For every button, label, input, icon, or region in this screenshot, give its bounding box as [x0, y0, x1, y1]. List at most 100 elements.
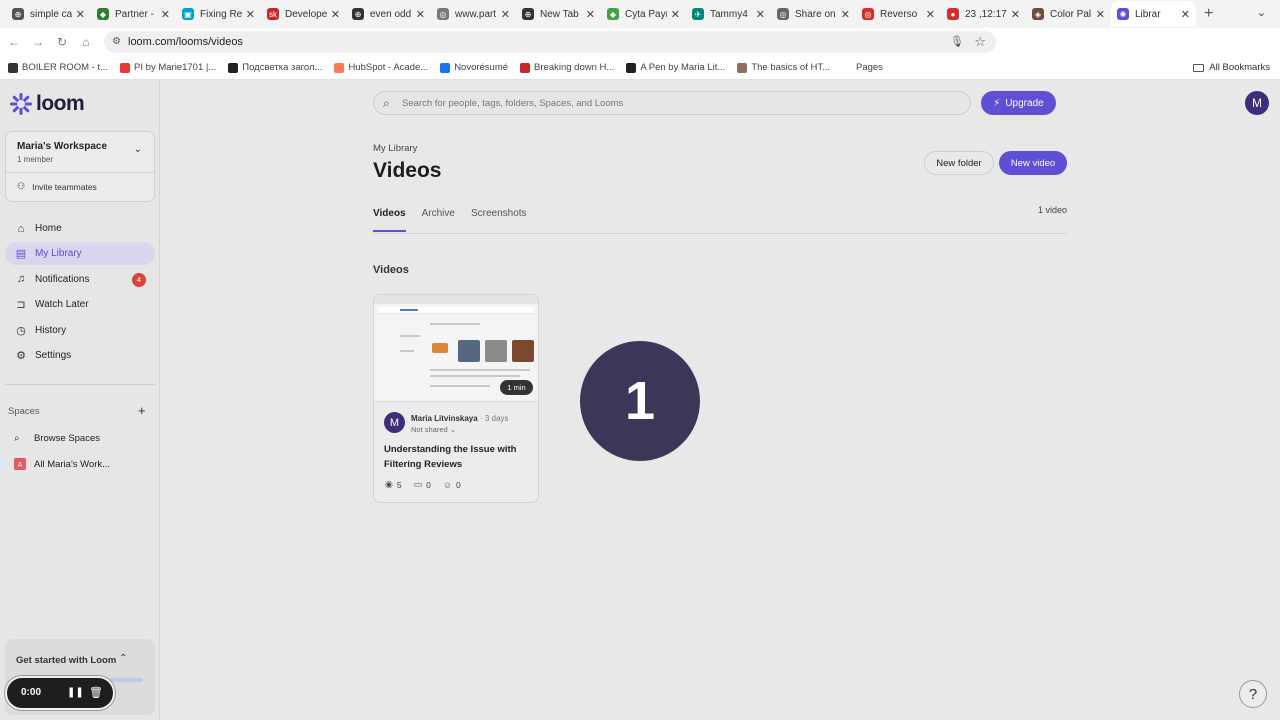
bookmark-favicon-icon [334, 62, 345, 73]
tabs-divider [373, 233, 1067, 234]
comments-stat: ▭ 0 [414, 479, 431, 490]
bookmark-item[interactable]: PI by Marie1701 |... [120, 62, 216, 73]
search-input[interactable]: ⌕ Search for people, tags, folders, Spac… [373, 91, 971, 115]
chevron-up-icon[interactable]: ⌃ [119, 653, 127, 664]
close-tab-icon[interactable]: ✕ [161, 8, 170, 21]
close-tab-icon[interactable]: ✕ [1011, 8, 1020, 21]
thumbnail-text-line [430, 375, 520, 377]
forward-icon[interactable]: → [26, 35, 50, 49]
browser-tab[interactable]: ◎ Share on ✕ [771, 1, 856, 27]
browser-tab[interactable]: ✺ Librar ✕ [1111, 1, 1196, 27]
new-tab-button[interactable]: + [1204, 5, 1213, 23]
bookmark-item[interactable]: BOILER ROOM - t... [8, 62, 108, 73]
new-folder-button[interactable]: New folder [924, 151, 994, 175]
sidebar-item-watch-later[interactable]: ⊐ Watch Later [5, 293, 155, 316]
tab-favicon-icon: ⊕ [352, 8, 364, 20]
browser-tab[interactable]: sk Develope ✕ [261, 1, 346, 27]
trash-icon[interactable]: 🗑 [89, 686, 103, 699]
breadcrumb[interactable]: My Library [373, 143, 417, 154]
tab-title: Librar [1135, 8, 1161, 20]
video-thumbnail[interactable]: 1 min [374, 295, 538, 402]
chevron-down-icon[interactable]: ⌄ [134, 144, 142, 155]
sidebar-item-history[interactable]: ◷ History [5, 319, 155, 342]
all-bookmarks-button[interactable]: All Bookmarks [1193, 62, 1270, 73]
close-tab-icon[interactable]: ✕ [1181, 8, 1190, 21]
tab-favicon-icon: ◈ [1032, 8, 1044, 20]
browser-tab[interactable]: ✈ Tammy4 ✕ [686, 1, 771, 27]
browser-tab[interactable]: ⊕ simple ca ✕ [6, 1, 91, 27]
browser-tab[interactable]: ◎ Reverso ✕ [856, 1, 941, 27]
add-space-icon[interactable]: + [138, 403, 146, 418]
workspace-switcher[interactable]: Maria's Workspace 1 member ⌄ ⚇ Invite te… [5, 131, 155, 202]
sidebar-item-notifications[interactable]: ♫ Notifications 4 [5, 268, 155, 291]
pause-icon[interactable]: ❚❚ [67, 687, 84, 698]
bookmark-label: Breaking down H... [534, 62, 615, 73]
bookmark-item[interactable]: A Pen by Maria Lit... [626, 62, 725, 73]
back-icon[interactable]: ← [2, 35, 26, 49]
video-count: 1 video [1038, 205, 1068, 215]
bookmark-item[interactable]: Novorésumé [440, 62, 508, 73]
browser-tab[interactable]: ◎ www.part ✕ [431, 1, 516, 27]
home-icon[interactable]: ⌂ [74, 35, 98, 49]
loom-logo[interactable]: loom [10, 92, 85, 116]
bookmark-item[interactable]: Breaking down H... [520, 62, 614, 73]
bookmark-label: The basics of HT... [751, 62, 830, 73]
user-avatar[interactable]: M [1245, 91, 1269, 115]
invite-teammates-button[interactable]: ⚇ Invite teammates [17, 181, 97, 192]
tab-search-chevron-icon[interactable]: ⌄ [1257, 6, 1266, 19]
close-tab-icon[interactable]: ✕ [671, 8, 680, 21]
site-settings-icon[interactable]: ⚙ [112, 36, 121, 47]
url-text: loom.com/looms/videos [128, 36, 243, 48]
reload-icon[interactable]: ↻ [50, 35, 74, 49]
video-title[interactable]: Understanding the Issue with Filtering R… [384, 442, 532, 472]
close-tab-icon[interactable]: ✕ [501, 8, 510, 21]
close-tab-icon[interactable]: ✕ [926, 8, 935, 21]
browser-tab[interactable]: ● 23 ,12:17] ✕ [941, 1, 1026, 27]
bookmark-list: BOILER ROOM - t... PI by Marie1701 |... По… [8, 62, 895, 73]
sharing-status-dropdown[interactable]: Not shared ⌄ [411, 425, 456, 434]
browser-tab[interactable]: ◈ Color Pal ✕ [1026, 1, 1111, 27]
browser-tab[interactable]: ▣ Fixing Re ✕ [176, 1, 261, 27]
search-icon: ⌕ [14, 433, 20, 444]
tab-screenshots[interactable]: Screenshots [471, 208, 527, 232]
browser-tab[interactable]: ⊕ New Tab ✕ [516, 1, 601, 27]
video-card[interactable]: 1 min M Maria Litvinskaya · 3 days Not s… [373, 294, 539, 503]
tab-favicon-icon: ◆ [607, 8, 619, 20]
browser-tab[interactable]: ⊕ even odd ✕ [346, 1, 431, 27]
url-field[interactable]: ⚙ loom.com/looms/videos 🎙 ☆ [104, 31, 996, 53]
close-tab-icon[interactable]: ✕ [1096, 8, 1105, 21]
video-stats: ◉ 5 ▭ 0 ☺ 0 [385, 479, 473, 490]
close-tab-icon[interactable]: ✕ [756, 8, 765, 21]
browser-tab[interactable]: ◆ Cyta Payr ✕ [601, 1, 686, 27]
sidebar-item-settings[interactable]: ⚙ Settings [5, 344, 155, 367]
close-tab-icon[interactable]: ✕ [331, 8, 340, 21]
browser-tab[interactable]: ◆ Partner - ✕ [91, 1, 176, 27]
tab-videos[interactable]: Videos [373, 208, 406, 232]
close-tab-icon[interactable]: ✕ [586, 8, 595, 21]
bookmark-favicon-icon [8, 62, 18, 73]
bookmark-star-icon[interactable]: ☆ [974, 34, 986, 50]
bookmark-item[interactable]: Подсветка загол... [228, 62, 322, 73]
tab-favicon-icon: ✈ [692, 8, 704, 20]
browse-spaces-item[interactable]: ⌕ Browse Spaces [14, 433, 100, 444]
bookmark-item[interactable]: The basics of HT... [737, 62, 830, 73]
close-tab-icon[interactable]: ✕ [246, 8, 255, 21]
sidebar-item-home[interactable]: ⌂ Home [5, 217, 155, 240]
bookmark-item[interactable]: Pages [842, 62, 883, 73]
tab-archive[interactable]: Archive [422, 208, 455, 232]
sidebar-item-label: Home [35, 223, 62, 234]
sidebar-divider [5, 384, 155, 385]
help-button[interactable]: ? [1239, 680, 1267, 708]
sidebar-item-my-library[interactable]: ▤ My Library [5, 242, 155, 266]
microphone-icon[interactable]: 🎙 [950, 35, 964, 48]
close-tab-icon[interactable]: ✕ [76, 8, 85, 21]
close-tab-icon[interactable]: ✕ [416, 8, 425, 21]
new-video-button[interactable]: New video [999, 151, 1067, 175]
upgrade-button[interactable]: ⚡ Upgrade [981, 91, 1056, 115]
sidebar-item-label: History [35, 324, 67, 336]
all-workspace-space-item[interactable]: A All Maria's Work... [14, 458, 110, 470]
close-tab-icon[interactable]: ✕ [841, 8, 850, 21]
library-icon: ▤ [15, 248, 27, 261]
bookmark-item[interactable]: HubSpot - Acade... [334, 62, 428, 73]
gear-icon: ⚙ [16, 349, 26, 362]
